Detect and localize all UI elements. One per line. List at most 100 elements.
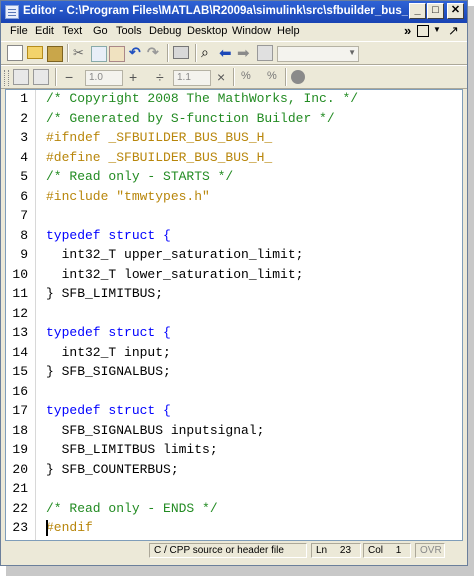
menu-help[interactable]: Help (277, 25, 300, 37)
menu-debug[interactable]: Debug (149, 25, 181, 37)
line-number: 21 (12, 481, 28, 496)
code-line[interactable]: typedef struct { (46, 228, 171, 243)
code-line[interactable]: /* Copyright 2008 The MathWorks, Inc. */ (46, 91, 358, 106)
status-line-label: Ln (316, 545, 328, 556)
code-line[interactable]: int32_T lower_saturation_limit; (46, 267, 304, 282)
cut-icon[interactable]: ✂ (73, 45, 89, 61)
line-number: 6 (20, 188, 28, 204)
minimize-button[interactable]: _ (409, 3, 426, 19)
status-line-value: 23 (339, 545, 352, 556)
code-line[interactable]: #endif (46, 520, 93, 535)
decrement-icon[interactable]: − (65, 69, 73, 85)
line-number: 10 (12, 266, 28, 282)
maximize-button[interactable]: □ (427, 3, 444, 19)
line-number: 2 (20, 110, 28, 126)
code-line[interactable]: #include "tmwtypes.h" (46, 189, 210, 204)
code-line[interactable]: /* Generated by S-function Builder */ (46, 111, 335, 126)
multiply-icon[interactable]: × (217, 69, 225, 85)
code-line[interactable]: } SFB_SIGNALBUS; (46, 364, 171, 379)
status-column: Col 1 (363, 543, 411, 558)
text-cursor (46, 520, 48, 536)
editor-window: Editor - C:\Program Files\MATLAB\R2009a\… (0, 0, 468, 566)
new-file-icon[interactable] (7, 45, 23, 61)
code-line[interactable]: #define _SFBUILDER_BUS_BUS_H_ (46, 150, 272, 165)
dropdown-arrow-icon: ▼ (348, 48, 356, 57)
uncomment-percent-icon[interactable]: % (267, 70, 277, 82)
menu-bar: File Edit Text Go Tools Debug Desktop Wi… (1, 23, 467, 41)
minimize-icon: _ (414, 4, 421, 16)
code-line[interactable]: typedef struct { (46, 325, 171, 340)
status-filetype: C / CPP source or header file (149, 543, 307, 558)
bookmark-icon[interactable] (257, 45, 273, 61)
paste-icon[interactable] (109, 46, 125, 62)
line-number: 15 (12, 364, 28, 379)
open-folder-icon[interactable] (27, 46, 43, 59)
line-number: 11 (12, 286, 28, 301)
status-overwrite: OVR (415, 543, 445, 558)
go-forward-icon[interactable]: ➡ (237, 44, 253, 62)
function-dropdown[interactable]: ▼ (277, 46, 359, 62)
menu-text[interactable]: Text (62, 25, 82, 37)
close-icon: ✕ (450, 4, 461, 16)
status-column-value: 1 (395, 545, 402, 556)
menu-window[interactable]: Window (232, 25, 271, 37)
main-toolbar: ✂ ↶ ↷ ⌕ ⬅ ➡ ▼ (1, 41, 467, 65)
print-icon[interactable] (173, 46, 189, 59)
add-icon[interactable]: + (129, 69, 137, 85)
insert-cell-icon[interactable] (13, 69, 29, 85)
code-editor[interactable]: 1 /* Copyright 2008 The MathWorks, Inc. *… (5, 89, 463, 541)
line-number: 20 (12, 461, 28, 477)
copy-icon[interactable] (91, 46, 107, 62)
menu-tools[interactable]: Tools (116, 25, 142, 37)
code-line[interactable]: /* Read only - ENDS */ (46, 501, 218, 516)
comment-percent-icon[interactable]: % (241, 70, 251, 82)
line-number: 9 (20, 247, 28, 262)
toolbar-overflow-icon[interactable]: » (404, 23, 411, 38)
line-number: 7 (20, 208, 28, 223)
code-line[interactable]: typedef struct { (46, 403, 171, 418)
show-cell-titles-icon[interactable] (291, 70, 305, 84)
redo-icon[interactable]: ↷ (147, 44, 163, 60)
line-number: 1 (20, 91, 28, 106)
line-number: 13 (12, 325, 28, 340)
undock-arrow-icon[interactable]: ↗ (448, 23, 459, 39)
go-back-icon[interactable]: ⬅ (219, 44, 235, 62)
code-line[interactable]: } SFB_COUNTERBUS; (46, 462, 179, 477)
find-binoculars-icon[interactable]: ⌕ (201, 44, 217, 60)
decrement-value-field[interactable]: 1.0 (85, 70, 123, 86)
menu-edit[interactable]: Edit (35, 25, 54, 37)
code-line[interactable]: int32_T upper_saturation_limit; (46, 247, 304, 262)
code-line[interactable]: SFB_LIMITBUS limits; (46, 442, 218, 457)
code-line[interactable]: } SFB_LIMITBUS; (46, 286, 163, 301)
code-line[interactable]: /* Read only - STARTS */ (46, 169, 233, 184)
close-button[interactable]: ✕ (447, 3, 464, 19)
dock-dropdown-icon[interactable]: ▼ (433, 25, 441, 34)
window-title: Editor - C:\Program Files\MATLAB\R2009a\… (23, 5, 408, 17)
menu-desktop[interactable]: Desktop (187, 25, 227, 37)
line-number: 22 (12, 500, 28, 516)
increment-value-field[interactable]: 1.1 (173, 70, 211, 86)
line-number: 8 (20, 227, 28, 243)
editor-app-icon (5, 5, 19, 19)
toolbar-grip[interactable] (4, 70, 9, 86)
line-number: 23 (12, 520, 28, 535)
divide-icon[interactable]: ÷ (156, 69, 164, 85)
line-number: 19 (12, 442, 28, 457)
line-number: 16 (12, 383, 28, 399)
code-line[interactable]: SFB_SIGNALBUS inputsignal; (46, 423, 265, 438)
menu-go[interactable]: Go (93, 25, 108, 37)
cell-mode-icon[interactable] (33, 69, 49, 85)
status-line: Ln 23 (311, 543, 361, 558)
line-number: 18 (12, 422, 28, 438)
cell-toolbar: − 1.0 + ÷ 1.1 × % % (1, 65, 467, 89)
undo-icon[interactable]: ↶ (129, 44, 145, 60)
line-number: 17 (12, 403, 28, 418)
status-column-label: Col (368, 545, 384, 556)
dock-toggle-icon[interactable] (417, 25, 429, 37)
code-line[interactable]: int32_T input; (46, 345, 171, 360)
code-line[interactable]: #ifndef _SFBUILDER_BUS_BUS_H_ (46, 130, 272, 145)
save-icon[interactable] (47, 46, 63, 62)
title-bar[interactable]: Editor - C:\Program Files\MATLAB\R2009a\… (1, 1, 467, 23)
menu-file[interactable]: File (10, 25, 28, 37)
status-bar: C / CPP source or header file Ln 23 Col … (5, 542, 463, 560)
